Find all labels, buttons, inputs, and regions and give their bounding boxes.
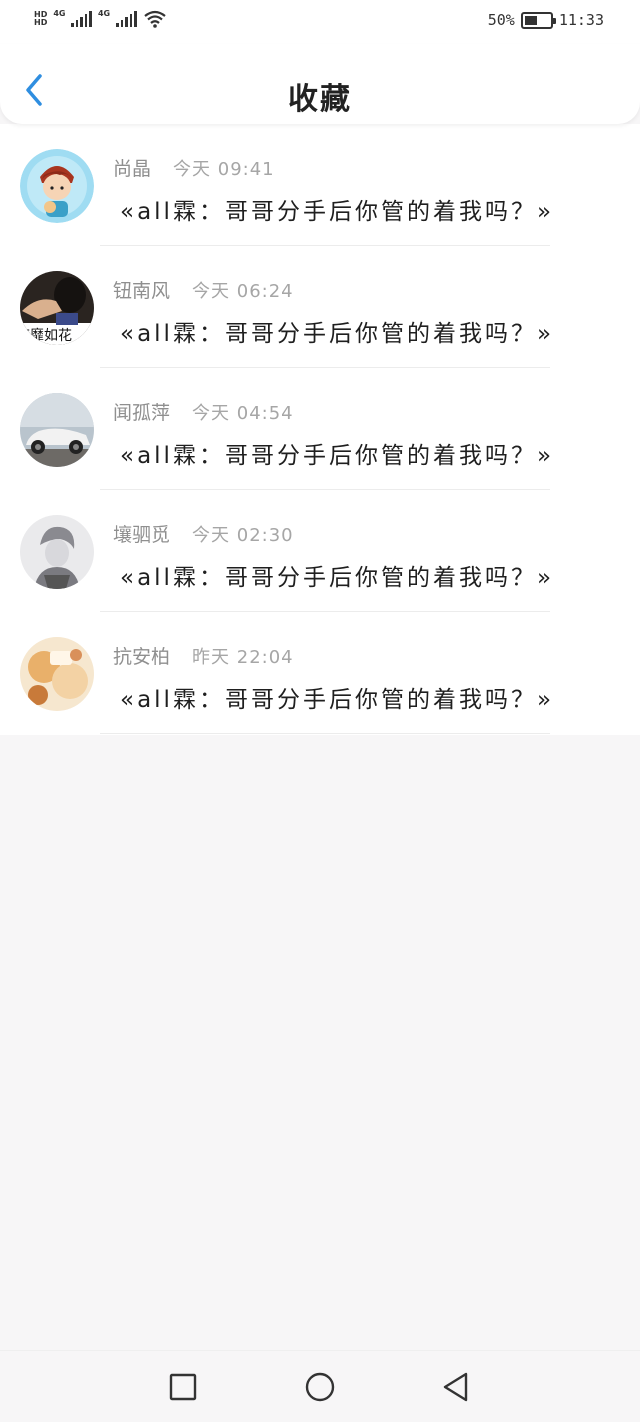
circle-icon — [305, 1372, 335, 1402]
avatar-caption: 李靡如花 — [20, 328, 72, 344]
square-icon — [169, 1373, 197, 1401]
system-nav-bar — [0, 1350, 640, 1422]
timestamp: 今天 06:24 — [192, 281, 294, 302]
avatar — [20, 393, 94, 467]
battery-level — [524, 15, 537, 25]
author-name: 抗安柏 — [113, 646, 171, 668]
clock: 11:33 — [558, 11, 604, 29]
avatar — [20, 515, 94, 589]
item-meta: 尚晶 今天 09:41 — [113, 154, 275, 181]
timestamp: 今天 02:30 — [192, 525, 294, 546]
list-item[interactable]: 闻孤萍 今天 04:54 «all霖：哥哥分手后你管的着我吗？» — [0, 368, 640, 490]
item-meta: 壤驷觅 今天 02:30 — [113, 520, 294, 547]
avatar — [20, 149, 94, 223]
signal-group: HD HD 4G 4G — [34, 10, 167, 28]
favorites-list: 尚晶 今天 09:41 «all霖：哥哥分手后你管的着我吗？» 李靡如花 钮南风… — [0, 124, 640, 735]
list-item[interactable]: 抗安柏 昨天 22:04 «all霖：哥哥分手后你管的着我吗？» — [0, 612, 640, 734]
author-name: 闻孤萍 — [113, 402, 171, 424]
author-name: 尚晶 — [113, 158, 152, 180]
hd-label-2: HD — [34, 18, 48, 27]
network-type-2: 4G — [97, 9, 111, 18]
timestamp: 昨天 22:04 — [192, 647, 294, 668]
header: 收藏 — [0, 44, 640, 124]
author-name: 钮南风 — [113, 280, 171, 302]
list-item[interactable]: 壤驷觅 今天 02:30 «all霖：哥哥分手后你管的着我吗？» — [0, 490, 640, 612]
avatar: 李靡如花 — [20, 271, 94, 345]
nav-back-button[interactable] — [440, 1371, 472, 1403]
item-quote: «all霖：哥哥分手后你管的着我吗？» — [120, 687, 555, 713]
recents-button[interactable] — [167, 1371, 199, 1403]
item-quote: «all霖：哥哥分手后你管的着我吗？» — [120, 321, 555, 347]
list-item[interactable]: 尚晶 今天 09:41 «all霖：哥哥分手后你管的着我吗？» — [0, 124, 640, 246]
item-quote: «all霖：哥哥分手后你管的着我吗？» — [120, 565, 555, 591]
item-meta: 钮南风 今天 06:24 — [113, 276, 294, 303]
timestamp: 今天 09:41 — [173, 159, 275, 180]
signal-strength-icon — [116, 11, 137, 27]
home-button[interactable] — [304, 1371, 336, 1403]
network-type-1: 4G — [53, 9, 66, 18]
timestamp: 今天 04:54 — [192, 403, 294, 424]
wifi-icon — [143, 10, 166, 28]
status-bar: HD HD 4G 4G 50% 11:33 — [0, 0, 640, 44]
divider — [100, 733, 550, 734]
battery-percent: 50% — [487, 11, 515, 29]
triangle-back-icon — [443, 1372, 468, 1402]
list-item[interactable]: 李靡如花 钮南风 今天 06:24 «all霖：哥哥分手后你管的着我吗？» — [0, 246, 640, 368]
signal-strength-icon — [71, 11, 92, 27]
hd-labels: HD HD — [34, 11, 47, 27]
item-quote: «all霖：哥哥分手后你管的着我吗？» — [120, 443, 555, 469]
status-right: 50% 11:33 — [488, 11, 604, 29]
item-quote: «all霖：哥哥分手后你管的着我吗？» — [120, 199, 555, 225]
author-name: 壤驷觅 — [113, 524, 171, 546]
page-title: 收藏 — [288, 82, 352, 117]
item-meta: 抗安柏 昨天 22:04 — [113, 642, 294, 669]
avatar — [20, 637, 94, 711]
item-meta: 闻孤萍 今天 04:54 — [113, 398, 294, 425]
battery-icon — [520, 11, 556, 29]
